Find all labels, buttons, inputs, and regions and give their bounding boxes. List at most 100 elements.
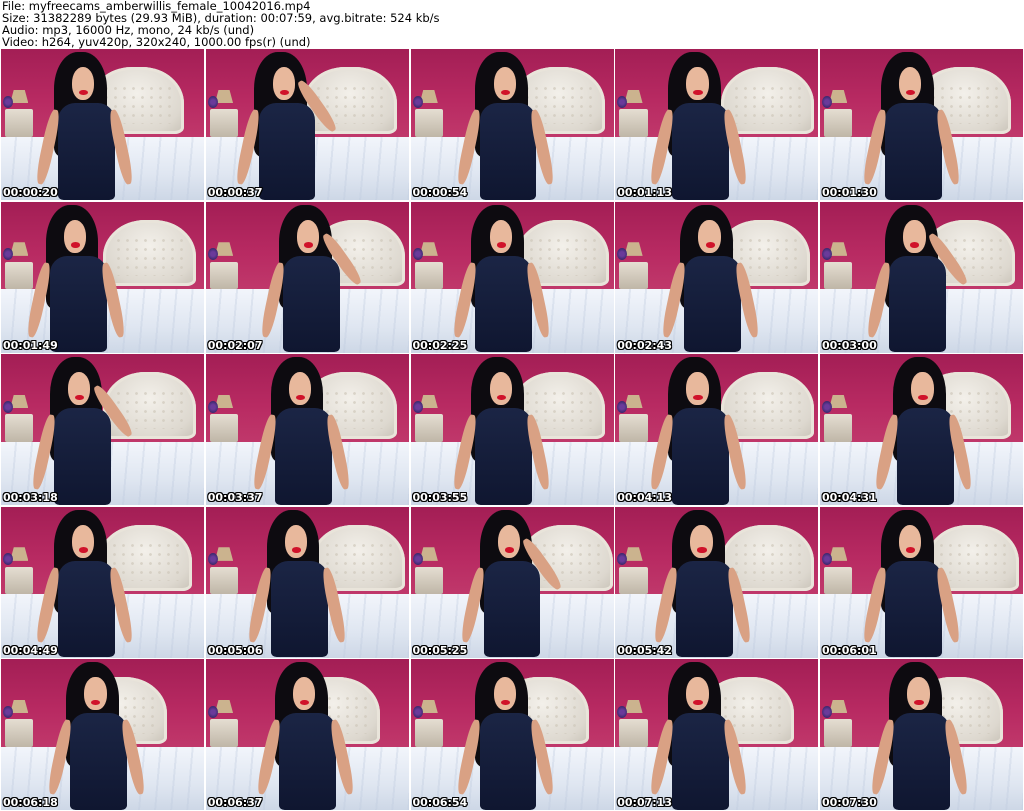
person (615, 202, 818, 353)
person (820, 507, 1023, 658)
bodysuit (282, 255, 340, 353)
bodysuit (897, 408, 954, 505)
bodysuit (672, 713, 729, 810)
bodysuit (57, 103, 115, 200)
person (615, 354, 818, 505)
face (686, 67, 709, 101)
person (411, 202, 614, 353)
lips (279, 89, 289, 96)
bodysuit (475, 255, 533, 353)
thumbnail-frame: 00:07:13 (615, 659, 819, 810)
lips (705, 242, 715, 248)
person (615, 507, 818, 658)
timestamp-label: 00:01:30 (822, 186, 877, 199)
thumbnail-frame: 00:02:43 (615, 201, 819, 353)
face (690, 524, 713, 558)
thumbnail-frame: 00:01:49 (1, 201, 204, 353)
timestamp-label: 00:05:42 (617, 643, 672, 657)
bodysuit (483, 560, 541, 658)
person (206, 507, 409, 658)
bodysuit (274, 408, 332, 505)
timestamp-label: 00:03:37 (207, 491, 263, 504)
face (493, 67, 517, 101)
lips (697, 547, 707, 553)
face (497, 524, 521, 558)
person (820, 354, 1023, 505)
thumbnail-frame: 00:01:30 (820, 49, 1023, 200)
thumbnail-frame: 00:07:30 (820, 659, 1023, 810)
lips (693, 394, 703, 401)
timestamp-label: 00:01:13 (617, 186, 672, 199)
thumbnail-frame: 00:05:06 (205, 506, 409, 658)
face (899, 67, 922, 101)
timestamp-label: 00:02:43 (617, 338, 672, 352)
thumbnail-frame: 00:03:18 (1, 354, 204, 505)
lips (693, 699, 703, 706)
thumbnail-frame: 00:03:55 (410, 354, 614, 505)
lips (292, 547, 302, 553)
bodysuit (884, 103, 942, 200)
timestamp-label: 00:07:30 (822, 796, 877, 809)
lips (918, 394, 928, 401)
timestamp-label: 00:01:49 (3, 338, 58, 352)
timestamp-label: 00:03:18 (3, 491, 58, 504)
timestamp-label: 00:05:06 (207, 643, 263, 657)
person (1, 354, 204, 505)
person (411, 507, 614, 658)
face (493, 677, 517, 711)
thumbnail-frame: 00:06:18 (1, 659, 204, 810)
lips (504, 547, 515, 553)
bodysuit (672, 408, 729, 505)
person (206, 202, 409, 353)
timestamp-label: 00:00:20 (3, 186, 58, 199)
timestamp-label: 00:00:54 (412, 186, 468, 199)
face (293, 677, 316, 711)
person (615, 49, 818, 200)
bodysuit (479, 713, 537, 810)
timestamp-label: 00:03:55 (412, 491, 468, 504)
face (489, 372, 512, 406)
person (1, 659, 204, 810)
bodysuit (475, 408, 533, 505)
bodysuit (672, 103, 729, 200)
thumbnail-frame: 00:02:25 (410, 201, 614, 353)
timestamp-label: 00:00:37 (207, 186, 263, 199)
bodysuit (889, 255, 946, 353)
timestamp-label: 00:06:18 (3, 796, 58, 809)
person (206, 49, 409, 200)
face (899, 524, 922, 558)
person (820, 202, 1023, 353)
thumbnail-frame: 00:01:13 (615, 49, 819, 200)
lips (693, 89, 703, 96)
bodysuit (70, 713, 127, 810)
timestamp-label: 00:06:01 (822, 643, 877, 657)
lips (79, 547, 89, 553)
thumbnail-frame: 00:00:37 (205, 49, 409, 200)
face (284, 524, 308, 558)
lips (500, 89, 510, 96)
face (297, 219, 320, 253)
timestamp-label: 00:02:07 (207, 338, 263, 352)
thumbnail-frame: 00:00:54 (410, 49, 614, 200)
face (288, 372, 312, 406)
thumbnail-frame: 00:04:13 (615, 354, 819, 505)
face (907, 677, 930, 711)
person (1, 507, 204, 658)
bodysuit (49, 255, 107, 353)
timestamp-label: 00:07:13 (617, 796, 672, 809)
thumbnail-frame: 00:06:37 (205, 659, 409, 810)
person (820, 49, 1023, 200)
face (67, 372, 91, 406)
timestamp-label: 00:02:25 (412, 338, 468, 352)
file-info-header: File: myfreecams_amberwillis_female_1004… (2, 0, 1022, 48)
bodysuit (57, 560, 115, 658)
thumbnail-frame: 00:02:07 (205, 201, 409, 353)
lips (496, 242, 506, 248)
timestamp-label: 00:04:49 (3, 643, 58, 657)
thumbnail-frame: 00:06:01 (820, 506, 1023, 658)
face (911, 372, 934, 406)
face (686, 677, 709, 711)
timestamp-label: 00:06:37 (207, 796, 263, 809)
person (1, 49, 204, 200)
thumbnail-grid: 00:00:20 00:00:37 00:00:54 00:01:13 00:01:30… (1, 49, 1023, 810)
